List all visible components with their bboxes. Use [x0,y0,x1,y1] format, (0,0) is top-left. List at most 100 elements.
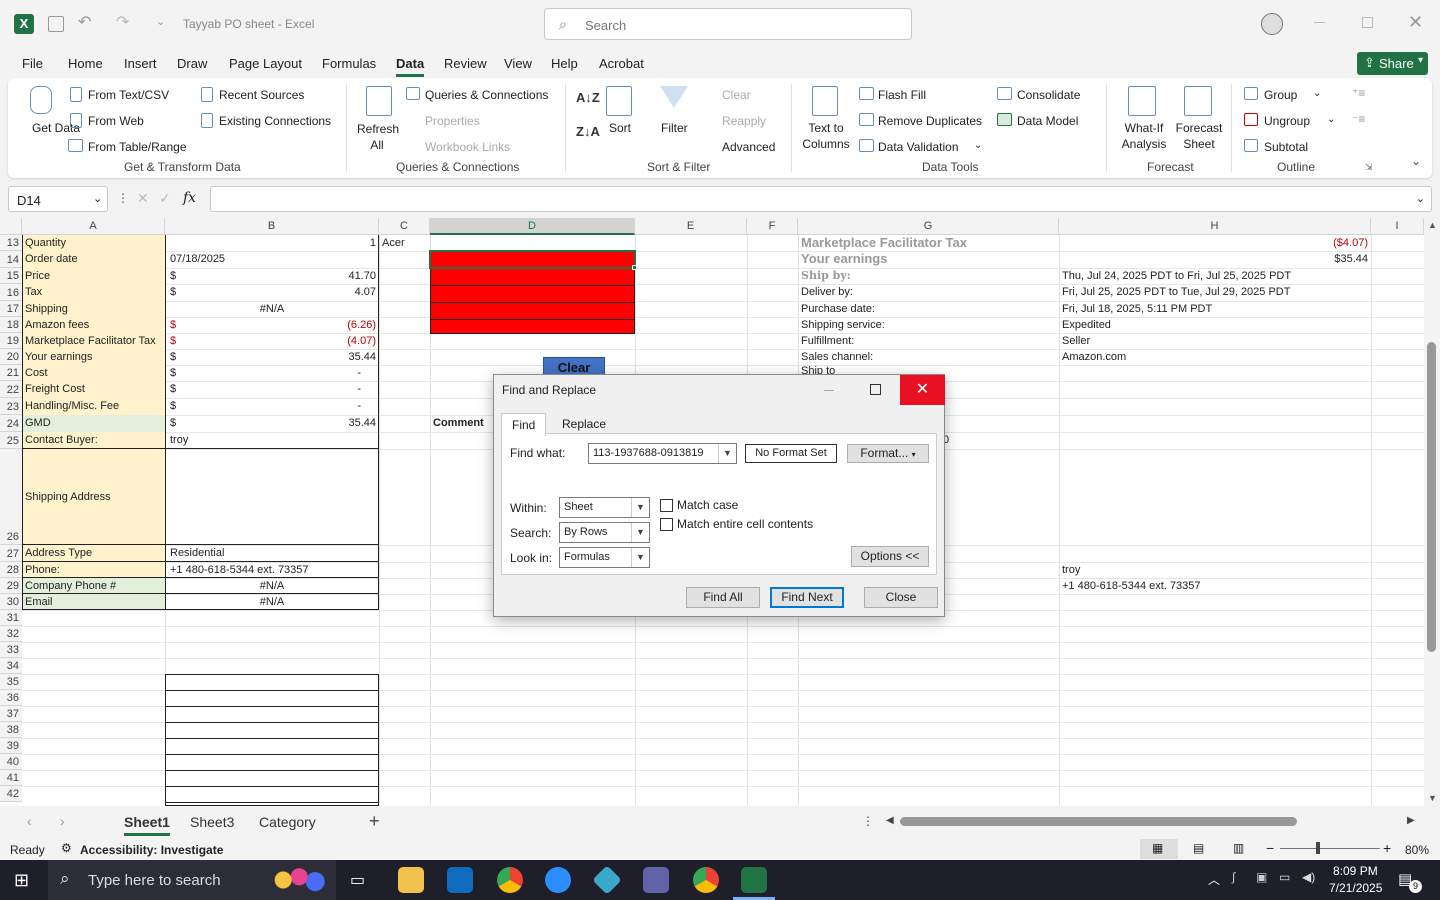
row-header[interactable]: 20 [0,349,22,365]
app-icon[interactable] [592,865,622,895]
zoom-level[interactable]: 80% [1405,843,1429,857]
accessibility-icon[interactable]: ⚙ [61,841,72,855]
network-icon[interactable]: ▭ [1279,870,1290,884]
selected-cell-d14[interactable] [429,250,636,269]
file-explorer-icon[interactable] [398,867,424,893]
row-header[interactable]: 31 [0,610,22,626]
vertical-scrollbar[interactable]: ▲ ▼ [1424,218,1440,806]
row-header[interactable]: 39 [0,738,22,754]
sheet-tab-category[interactable]: Category [259,814,316,830]
row-header[interactable]: 13 [0,235,22,251]
sort-button[interactable]: Sort [609,121,631,135]
clear-macro-button[interactable]: Clear [543,357,605,375]
column-header-g[interactable]: G [798,218,1059,235]
cell-h17[interactable]: Fri, Jul 18, 2025, 5:11 PM PDT [1059,301,1371,317]
excel-taskbar-icon[interactable] [741,867,767,893]
cell-h29[interactable]: +1 480-618-5344 ext. 73357 [1059,578,1371,594]
filter-button[interactable]: Filter [661,121,688,135]
cell-g21[interactable]: Ship to [798,365,1059,374]
row-header[interactable]: 16 [0,284,22,301]
cell-g14[interactable]: Your earnings [798,251,1059,268]
scroll-up-icon[interactable]: ▲ [1428,220,1437,230]
cell-b17[interactable]: #N/A [165,301,379,317]
row-header[interactable]: 17 [0,301,22,317]
tab-replace[interactable]: Replace [552,413,616,435]
column-header-a[interactable]: A [22,218,165,235]
accessibility-status[interactable]: Accessibility: Investigate [80,843,223,857]
show-detail-icon[interactable]: ⁺≡ [1352,86,1365,100]
search-box[interactable]: ⌕ Search [544,8,912,40]
column-header-h[interactable]: H [1059,218,1371,235]
scroll-down-icon[interactable]: ▼ [1428,793,1437,803]
from-table-range-button[interactable]: From Table/Range [88,140,187,154]
cell-b21[interactable]: - [200,365,379,381]
horizontal-scroll-thumb[interactable] [900,817,1297,826]
collapse-ribbon-icon[interactable]: ⌄ [1411,154,1421,168]
from-text-csv-button[interactable]: From Text/CSV [88,88,169,102]
match-entire-checkbox[interactable] [660,518,673,531]
cell-g15[interactable]: Ship by: [798,268,1059,284]
scroll-right-icon[interactable]: ▶ [1407,815,1415,826]
row-header[interactable]: 26 [0,449,22,545]
dialog-minimize-icon[interactable] [824,390,834,391]
zoom-slider-thumb[interactable] [1316,842,1320,854]
confirm-entry-icon[interactable]: ✓ [159,190,171,207]
row-header[interactable]: 23 [0,398,22,415]
expand-formula-icon[interactable]: ⌄ [1416,192,1425,205]
tab-help[interactable]: Help [551,56,578,71]
cell-g16[interactable]: Deliver by: [798,284,1059,301]
ungroup-button[interactable]: Ungroup [1264,114,1310,128]
sort-az-icon[interactable]: A↓Z [576,90,600,105]
cell-b24[interactable]: 35.44 [200,415,379,432]
cell-h14[interactable]: $35.44 [1059,251,1371,268]
restore-icon[interactable] [1362,17,1373,28]
cell-b15[interactable]: 41.70 [200,268,379,284]
cell-h15[interactable]: Thu, Jul 24, 2025 PDT to Fri, Jul 25, 20… [1059,268,1371,284]
page-break-view-icon[interactable]: ▥ [1233,841,1244,855]
recent-sources-button[interactable]: Recent Sources [219,88,304,102]
task-view-icon[interactable]: ▭ [350,870,365,890]
row-header[interactable]: 41 [0,770,22,786]
vertical-scroll-thumb[interactable] [1427,342,1436,652]
cell-b16[interactable]: 4.07 [200,284,379,301]
account-avatar-icon[interactable] [1261,13,1283,35]
data-validation-button[interactable]: Data Validation [878,140,959,154]
row-header[interactable]: 15 [0,268,22,284]
selection-fill-handle[interactable] [632,265,637,270]
tray-app-icon[interactable]: ∫ [1232,870,1235,884]
cell-h16[interactable]: Fri, Jul 25, 2025 PDT to Tue, Jul 29, 20… [1059,284,1371,301]
row-header[interactable]: 19 [0,333,22,349]
within-select[interactable]: Sheet ▼ [559,497,650,518]
chevron-down-icon[interactable]: ▼ [718,444,736,463]
cell-b19[interactable]: (4.07) [200,333,379,349]
consolidate-button[interactable]: Consolidate [1017,88,1080,102]
chrome-profile-icon[interactable] [693,867,719,893]
cell-b28[interactable]: +1 480-618-5344 ext. 73357 [165,562,379,578]
row-header[interactable]: 28 [0,562,22,578]
cell-h18[interactable]: Expedited [1059,317,1371,333]
tab-draw[interactable]: Draw [177,56,207,71]
formula-input[interactable]: ⌄ [210,186,1432,212]
cell-g17[interactable]: Purchase date: [798,301,1059,317]
search-order-select[interactable]: By Rows ▼ [559,522,650,543]
save-icon[interactable] [48,16,64,32]
cell-h19[interactable]: Seller [1059,333,1371,349]
dialog-launcher-icon[interactable]: ⇲ [1365,162,1373,173]
teams-icon[interactable] [643,867,669,893]
next-sheet-icon[interactable]: › [60,813,65,829]
zoom-app-icon[interactable] [545,867,571,893]
cell-h28[interactable]: troy [1059,562,1371,578]
zoom-in-icon[interactable]: + [1383,840,1391,856]
chevron-down-icon[interactable]: ⌄ [974,140,982,151]
tab-insert[interactable]: Insert [124,56,157,71]
redo-icon[interactable]: ↷ [116,12,129,32]
cell-b27[interactable]: Residential [165,545,379,562]
forecast-sheet-button[interactable]: Forecast Sheet [1174,120,1224,152]
format-button[interactable]: Format... ▾ [847,444,929,463]
row-header[interactable]: 40 [0,754,22,770]
options-button[interactable]: Options << [851,546,929,567]
tab-view[interactable]: View [504,56,532,71]
row-header[interactable]: 21 [0,365,22,381]
select-all-corner[interactable] [0,218,22,235]
row-header[interactable]: 22 [0,381,22,398]
